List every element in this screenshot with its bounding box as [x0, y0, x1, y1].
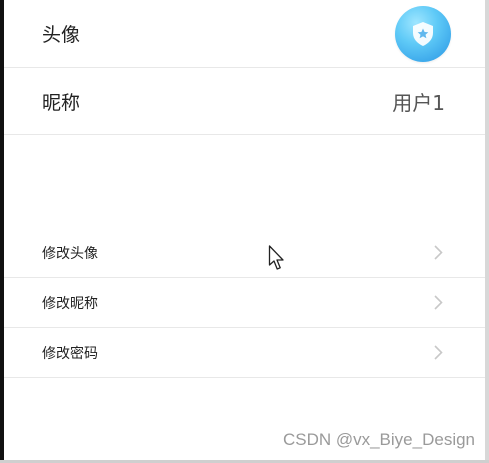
- nickname-value: 用户1: [392, 90, 445, 115]
- chevron-right-icon: [433, 245, 443, 261]
- menu-item-label: 修改昵称: [42, 295, 98, 312]
- shield-star-icon: [413, 21, 433, 46]
- window-right-edge: [485, 0, 489, 463]
- chevron-right-icon: [433, 295, 443, 311]
- menu-item-change-nickname[interactable]: 修改昵称: [4, 278, 485, 328]
- nickname-label: 昵称: [42, 91, 81, 114]
- nickname-row: 昵称 用户1: [4, 68, 485, 135]
- menu-item-label: 修改头像: [42, 245, 98, 262]
- menu-item-change-password[interactable]: 修改密码: [4, 328, 485, 378]
- menu-item-label: 修改密码: [42, 345, 98, 362]
- avatar-label: 头像: [42, 24, 81, 46]
- watermark: CSDN @vx_Biye_Design: [282, 430, 475, 449]
- avatar-row: 头像: [4, 0, 485, 68]
- chevron-right-icon: [433, 345, 443, 361]
- avatar[interactable]: [395, 5, 451, 62]
- menu-item-change-avatar[interactable]: 修改头像: [4, 228, 485, 278]
- mouse-cursor-icon: [268, 245, 284, 270]
- app-screen: 头像 昵称 用户1 修改头像 修改昵称 修改密码 CSDN @vx_Biye_D…: [0, 0, 489, 463]
